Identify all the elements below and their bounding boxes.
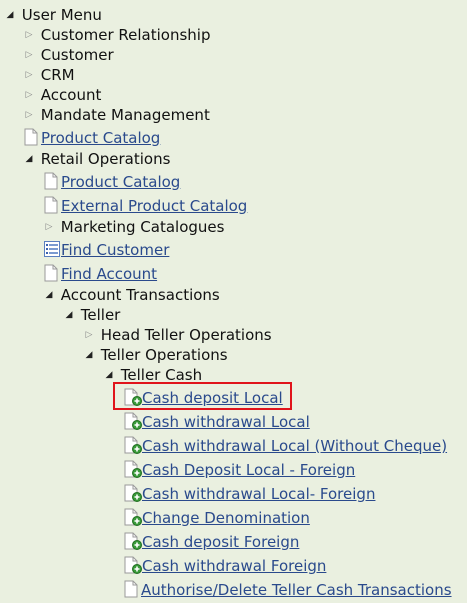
tree-node-head-teller-operations[interactable]: ▷ Head Teller Operations [82, 325, 272, 345]
node-label: Mandate Management [40, 106, 210, 124]
user-menu-label: User Menu [21, 6, 102, 24]
tree-leaf-find-account[interactable]: Find Account [44, 264, 157, 284]
selection-highlight-box [113, 382, 292, 410]
tree-node-retail-operations[interactable]: ◢ Retail Operations [22, 149, 171, 169]
node-label: Marketing Catalogues [60, 218, 225, 236]
collapsed-triangle-icon[interactable]: ▷ [22, 105, 36, 125]
document-plus-icon [124, 460, 142, 478]
document-plus-icon [124, 508, 142, 526]
list-icon [44, 240, 60, 258]
collapsed-triangle-icon[interactable]: ▷ [22, 25, 36, 45]
external-product-catalog-link[interactable]: External Product Catalog [61, 197, 247, 215]
teller-cash-item[interactable]: Authorise/Delete Teller Cash Transaction… [124, 580, 452, 600]
tree-node-account-transactions[interactable]: ◢ Account Transactions [42, 285, 220, 305]
document-icon [44, 196, 58, 214]
node-label: Account Transactions [60, 286, 220, 304]
teller-cash-item-link[interactable]: Change Denomination [142, 509, 310, 527]
node-label: Teller Operations [100, 346, 228, 364]
find-account-link[interactable]: Find Account [61, 265, 157, 283]
tree-node-customer[interactable]: ▷ Customer [22, 45, 114, 65]
tree-leaf-find-customer[interactable]: Find Customer [44, 240, 169, 260]
document-plus-icon [124, 556, 142, 574]
node-label: Account [40, 86, 102, 104]
document-plus-icon [124, 532, 142, 550]
teller-cash-item[interactable]: Cash withdrawal Local- Foreign [124, 484, 375, 504]
expanded-triangle-icon[interactable]: ◢ [3, 5, 17, 25]
node-label: Retail Operations [40, 150, 171, 168]
tree-leaf-retail-product-catalog[interactable]: Product Catalog [44, 172, 180, 192]
expanded-triangle-icon[interactable]: ◢ [82, 345, 96, 365]
tree-leaf-product-catalog[interactable]: Product Catalog [24, 128, 160, 148]
teller-cash-item[interactable]: Cash withdrawal Local (Without Cheque) [124, 436, 447, 456]
tree-node-crm[interactable]: ▷ CRM [22, 65, 75, 85]
node-label: Customer [40, 46, 114, 64]
teller-cash-item[interactable]: Cash Deposit Local - Foreign [124, 460, 355, 480]
teller-cash-item-link[interactable]: Cash withdrawal Foreign [142, 557, 326, 575]
document-icon [24, 128, 38, 146]
teller-cash-item-link[interactable]: Cash withdrawal Local [142, 413, 310, 431]
tree-node-customer-relationship[interactable]: ▷ Customer Relationship [22, 25, 211, 45]
tree-node-mandate-management[interactable]: ▷ Mandate Management [22, 105, 210, 125]
document-plus-icon [124, 484, 142, 502]
expanded-triangle-icon[interactable]: ◢ [62, 305, 76, 325]
collapsed-triangle-icon[interactable]: ▷ [22, 45, 36, 65]
teller-cash-item-link[interactable]: Cash Deposit Local - Foreign [142, 461, 355, 479]
teller-cash-item-link[interactable]: Authorise/Delete Teller Cash Transaction… [141, 581, 452, 599]
teller-cash-item-link[interactable]: Cash withdrawal Local- Foreign [142, 485, 375, 503]
teller-cash-item[interactable]: Change Denomination [124, 508, 310, 528]
node-label: Teller [80, 306, 121, 324]
tree-node-account[interactable]: ▷ Account [22, 85, 102, 105]
tree-node-marketing-catalogues[interactable]: ▷ Marketing Catalogues [42, 217, 225, 237]
collapsed-triangle-icon[interactable]: ▷ [82, 325, 96, 345]
teller-cash-item[interactable]: Cash deposit Foreign [124, 532, 299, 552]
retail-product-catalog-link[interactable]: Product Catalog [61, 173, 180, 191]
tree-node-user-menu[interactable]: ◢ User Menu [3, 5, 102, 25]
teller-cash-item[interactable]: Cash withdrawal Local [124, 412, 310, 432]
tree-leaf-external-product-catalog[interactable]: External Product Catalog [44, 196, 247, 216]
expanded-triangle-icon[interactable]: ◢ [22, 149, 36, 169]
teller-cash-item-link[interactable]: Cash deposit Foreign [142, 533, 299, 551]
document-plus-icon [124, 436, 142, 454]
expanded-triangle-icon[interactable]: ◢ [42, 285, 56, 305]
tree-node-teller[interactable]: ◢ Teller [62, 305, 121, 325]
document-icon [44, 172, 58, 190]
node-label: Head Teller Operations [100, 326, 272, 344]
teller-cash-item-link[interactable]: Cash withdrawal Local (Without Cheque) [142, 437, 447, 455]
tree-node-teller-operations[interactable]: ◢ Teller Operations [82, 345, 228, 365]
collapsed-triangle-icon[interactable]: ▷ [22, 85, 36, 105]
collapsed-triangle-icon[interactable]: ▷ [42, 217, 56, 237]
document-plus-icon [124, 412, 142, 430]
node-label: CRM [40, 66, 75, 84]
node-label: Customer Relationship [40, 26, 211, 44]
collapsed-triangle-icon[interactable]: ▷ [22, 65, 36, 85]
document-icon [124, 580, 138, 598]
document-icon [44, 264, 58, 282]
find-customer-link[interactable]: Find Customer [61, 241, 169, 259]
product-catalog-link[interactable]: Product Catalog [41, 129, 160, 147]
teller-cash-item[interactable]: Cash withdrawal Foreign [124, 556, 326, 576]
